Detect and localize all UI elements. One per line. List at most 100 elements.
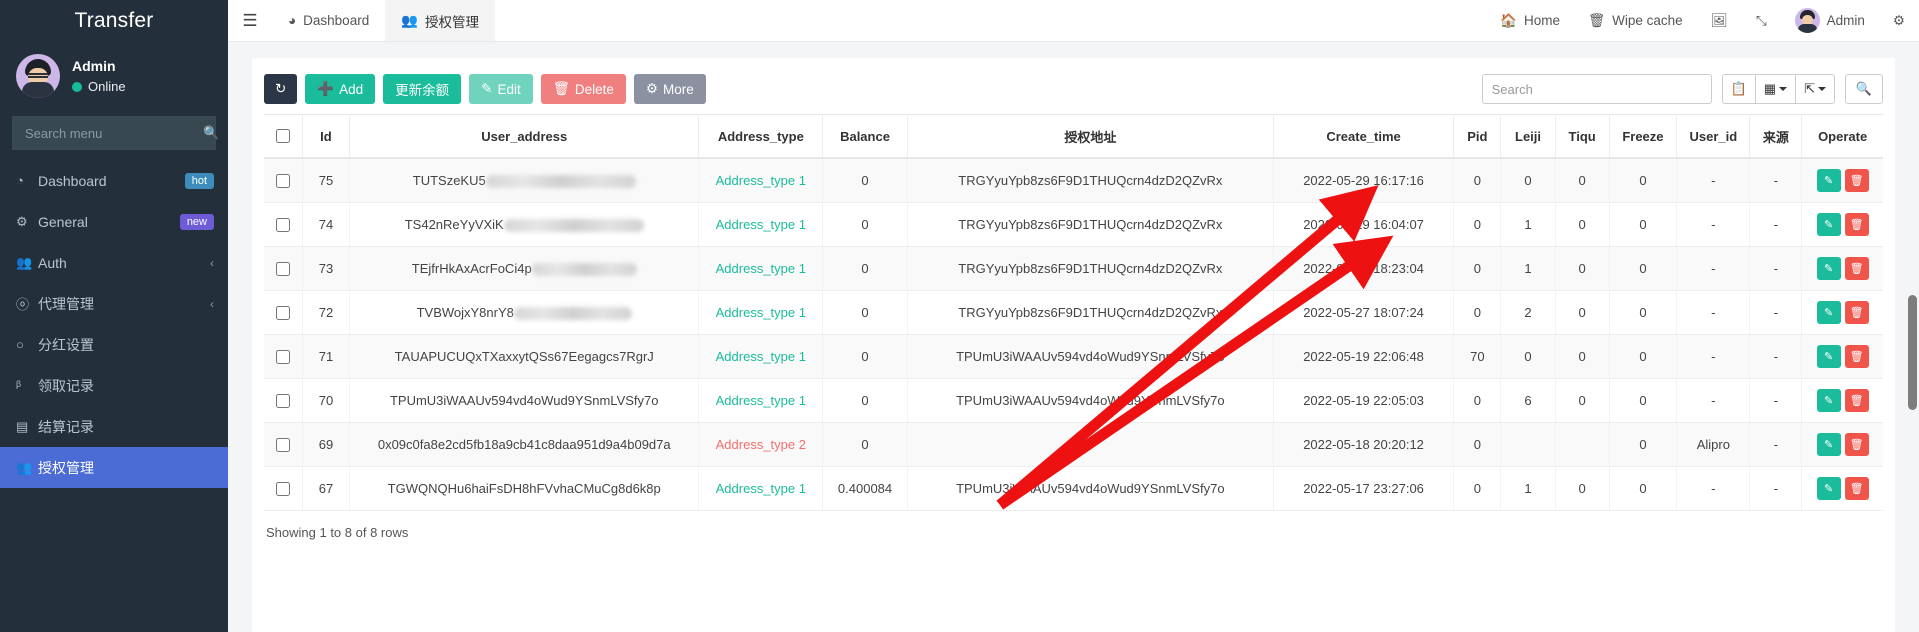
sidebar-user-panel[interactable]: Admin Online bbox=[0, 42, 228, 108]
cell-address-type: Address_type 1 bbox=[698, 334, 824, 379]
sidebar-item-3[interactable]: 👥 Auth ‹ bbox=[0, 242, 228, 283]
hamburger-icon[interactable]: ☰ bbox=[228, 0, 272, 41]
col-user-address[interactable]: User_address bbox=[349, 114, 700, 159]
cell-balance: 0 bbox=[822, 246, 908, 291]
table-row[interactable]: 72 TVBWojxY8nrY8 Address_type 1 0 TRGYyuYpb8… bbox=[264, 290, 1883, 335]
sidebar-item-2[interactable]: ⚙ General new bbox=[0, 201, 228, 242]
language-button[interactable]: 🖼 bbox=[1697, 0, 1742, 42]
row-checkbox[interactable] bbox=[276, 393, 291, 408]
col-freeze[interactable]: Freeze bbox=[1609, 114, 1678, 159]
row-checkbox[interactable] bbox=[276, 217, 291, 232]
row-delete-button[interactable]: 🗑 bbox=[1844, 169, 1869, 192]
row-delete-button[interactable]: 🗑 bbox=[1844, 301, 1869, 324]
sidebar-search[interactable]: 🔍 bbox=[12, 116, 219, 150]
search-input[interactable] bbox=[1481, 74, 1712, 104]
wipe-cache-label: Wipe cache bbox=[1612, 13, 1683, 28]
row-edit-button[interactable]: ✎ bbox=[1816, 433, 1841, 456]
table-row[interactable]: 71 TAUAPUCUQxTXaxxytQSs67Eegagcs7RgrJ Addr… bbox=[264, 334, 1883, 379]
toolbar: ↻ ➕ Add 更新余额 ✎ Edit 🗑 Delete ⚙ More Sear… bbox=[264, 70, 1883, 114]
col-id[interactable]: Id bbox=[302, 114, 351, 159]
sidebar-item-1[interactable]: ◔ Dashboard hot bbox=[0, 160, 228, 201]
col-pid[interactable]: Pid bbox=[1453, 114, 1502, 159]
cell-pid: 0 bbox=[1453, 378, 1502, 423]
grid-icon[interactable]: ▦ bbox=[1754, 74, 1797, 104]
row-edit-button[interactable]: ✎ bbox=[1816, 389, 1841, 412]
cell-pid: 0 bbox=[1453, 466, 1502, 511]
table-row[interactable]: 75 TUTSzeKU5 Address_type 1 0 TRGYyuYpb8zs6F… bbox=[264, 158, 1883, 203]
update-balance-button[interactable]: 更新余额 bbox=[383, 74, 462, 104]
row-delete-button[interactable]: 🗑 bbox=[1844, 213, 1869, 236]
cell-user-id: - bbox=[1676, 466, 1751, 511]
row-checkbox[interactable] bbox=[276, 349, 291, 364]
col-address-type[interactable]: Address_type bbox=[698, 114, 824, 159]
search-icon[interactable]: 🔍 bbox=[1845, 74, 1883, 104]
row-edit-button[interactable]: ✎ bbox=[1816, 213, 1841, 236]
row-checkbox[interactable] bbox=[276, 481, 291, 496]
users-icon: 👥 bbox=[16, 254, 33, 270]
cell-balance: 0 bbox=[822, 422, 908, 467]
fullscreen-button[interactable]: ⤡ bbox=[1742, 0, 1781, 42]
refresh-button[interactable]: ↻ bbox=[264, 74, 298, 104]
sidebar-item-label: Dashboard bbox=[38, 172, 107, 189]
search-menu-input[interactable] bbox=[23, 124, 203, 142]
sidebar-user-info: Admin Online bbox=[72, 56, 126, 97]
row-edit-button[interactable]: ✎ bbox=[1816, 345, 1841, 368]
sidebar-item-4[interactable]: ⓞ 代理管理 ‹ bbox=[0, 283, 228, 324]
row-delete-button[interactable]: 🗑 bbox=[1844, 345, 1869, 368]
row-edit-button[interactable]: ✎ bbox=[1816, 477, 1841, 500]
export-icon[interactable]: ⇱ bbox=[1795, 74, 1835, 104]
row-edit-button[interactable]: ✎ bbox=[1816, 301, 1841, 324]
table-row[interactable]: 74 TS42nReYyVXiK Address_type 1 0 TRGYyuYpb8… bbox=[264, 202, 1883, 247]
sidebar-item-label: General bbox=[38, 213, 88, 230]
row-delete-button[interactable]: 🗑 bbox=[1844, 477, 1869, 500]
table-row[interactable]: 69 0x09c0fa8e2cd5fb18a9cb41c8daa951d9a4b0… bbox=[264, 422, 1883, 467]
delete-button[interactable]: 🗑 Delete bbox=[540, 74, 626, 104]
edit-button[interactable]: ✎ Edit bbox=[469, 74, 533, 104]
table-row[interactable]: 73 TEjfrHkAxAcrFoCi4p Address_type 1 0 TRGYy… bbox=[264, 246, 1883, 291]
row-checkbox[interactable] bbox=[276, 437, 291, 452]
user-address-text: 0x09c0fa8e2cd5fb18a9cb41c8daa951d9a4b09d… bbox=[377, 437, 671, 452]
row-delete-button[interactable]: 🗑 bbox=[1844, 433, 1869, 456]
row-checkbox[interactable] bbox=[276, 305, 291, 320]
row-checkbox[interactable] bbox=[276, 261, 291, 276]
cell-leiji bbox=[1500, 422, 1556, 467]
sidebar-item-6[interactable]: ᵝ 领取记录 bbox=[0, 365, 228, 406]
columns-icon[interactable]: 📋 bbox=[1721, 74, 1756, 104]
sidebar-item-8[interactable]: 👥 授权管理 bbox=[0, 447, 228, 488]
trash-icon: 🗑 bbox=[552, 81, 570, 96]
user-menu-button[interactable]: Admin bbox=[1781, 0, 1879, 42]
wipe-cache-button[interactable]: 🗑 Wipe cache bbox=[1574, 0, 1697, 42]
col-source[interactable]: 来源 bbox=[1749, 114, 1803, 159]
sidebar-item-5[interactable]: ○ 分红设置 bbox=[0, 324, 228, 365]
add-button[interactable]: ➕ Add bbox=[305, 74, 376, 104]
cell-operate: ✎ 🗑 bbox=[1801, 246, 1883, 291]
col-leiji[interactable]: Leiji bbox=[1500, 114, 1556, 159]
col-balance[interactable]: Balance bbox=[822, 114, 908, 159]
tab-dashboard[interactable]: ◕ Dashboard bbox=[272, 0, 385, 41]
settings-button[interactable]: ⚙ bbox=[1879, 0, 1919, 42]
sidebar-item-7[interactable]: ▤ 结算记录 bbox=[0, 406, 228, 447]
row-edit-button[interactable]: ✎ bbox=[1816, 169, 1841, 192]
row-edit-button[interactable]: ✎ bbox=[1816, 257, 1841, 280]
vertical-scrollbar[interactable] bbox=[1908, 295, 1917, 410]
cell-freeze: 0 bbox=[1609, 378, 1678, 423]
row-select-cell bbox=[264, 422, 303, 467]
more-button[interactable]: ⚙ More bbox=[633, 74, 706, 104]
table-row[interactable]: 70 TPUmU3iWAAUv594vd4oWud9YSnmLVSfy7o Addr… bbox=[264, 378, 1883, 423]
row-delete-button[interactable]: 🗑 bbox=[1844, 389, 1869, 412]
col-create-time[interactable]: Create_time bbox=[1273, 114, 1455, 159]
row-checkbox[interactable] bbox=[276, 173, 291, 188]
home-button[interactable]: 🏠 Home bbox=[1486, 0, 1574, 42]
cell-create-time: 2022-05-27 18:07:24 bbox=[1273, 290, 1455, 335]
col-auth-address[interactable]: 授权地址 bbox=[907, 114, 1274, 159]
search-icon[interactable]: 🔍 bbox=[203, 125, 219, 141]
sidebar-item-label: 分红设置 bbox=[38, 336, 94, 353]
select-all-checkbox[interactable] bbox=[276, 129, 291, 143]
cell-tiqu: 0 bbox=[1555, 246, 1610, 291]
col-tiqu[interactable]: Tiqu bbox=[1555, 114, 1610, 159]
row-delete-button[interactable]: 🗑 bbox=[1844, 257, 1869, 280]
tab-auth-management[interactable]: 👥 授权管理 bbox=[385, 0, 496, 41]
cell-user-address: TGWQNQHu6haiFsDH8hFVvhaCMuCg8d6k8p bbox=[349, 466, 700, 511]
table-row[interactable]: 67 TGWQNQHu6haiFsDH8hFVvhaCMuCg8d6k8p Addr… bbox=[264, 466, 1883, 511]
col-user-id[interactable]: User_id bbox=[1676, 114, 1751, 159]
